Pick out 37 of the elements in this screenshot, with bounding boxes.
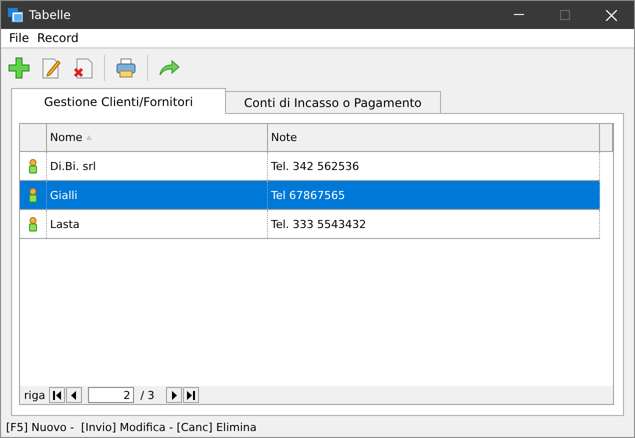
table-cell: Gialli bbox=[47, 181, 268, 209]
app-icon bbox=[7, 7, 23, 23]
table-cell: Tel. 333 5543432 bbox=[268, 210, 600, 238]
last-button[interactable] bbox=[182, 387, 199, 403]
plus-icon bbox=[8, 57, 30, 79]
row-field[interactable]: 2 bbox=[88, 387, 134, 403]
column-header[interactable]: Nome bbox=[47, 124, 268, 151]
person-icon bbox=[28, 158, 38, 174]
next-icon bbox=[170, 390, 178, 400]
previous-button[interactable] bbox=[66, 387, 82, 403]
tab[interactable]: Gestione Clienti/Fornitori bbox=[11, 88, 226, 114]
last-icon bbox=[186, 390, 195, 400]
menu-item[interactable]: File bbox=[1, 31, 34, 45]
first-icon bbox=[53, 390, 62, 400]
table-cell: Tel. 342 562536 bbox=[268, 152, 600, 180]
person-icon bbox=[28, 188, 38, 202]
menu-item[interactable]: Record bbox=[33, 31, 83, 45]
document-delete-icon bbox=[72, 57, 94, 79]
window-title: Tabelle bbox=[29, 8, 72, 22]
close-icon bbox=[606, 10, 616, 20]
maximize-icon bbox=[560, 10, 570, 20]
pencil-icon bbox=[40, 57, 62, 79]
printer-icon bbox=[115, 57, 137, 79]
status-text: [F5] Nuovo - [Invio] Modifica - [Canc] Elimina bbox=[5, 420, 258, 436]
table-row[interactable]: Lasta Tel. 333 5543432 bbox=[20, 210, 600, 239]
first-button[interactable] bbox=[49, 387, 66, 403]
previous-icon bbox=[70, 390, 78, 400]
table-cell: Tel 67867565 bbox=[268, 181, 600, 209]
pager-label: riga bbox=[24, 388, 46, 402]
person-icon bbox=[28, 216, 38, 232]
column-header[interactable]: Note bbox=[268, 124, 600, 151]
next-button[interactable] bbox=[166, 387, 182, 403]
table-cell: Di.Bi. srl bbox=[47, 152, 268, 180]
table-cell: Lasta bbox=[47, 210, 268, 238]
row-total: / 3 bbox=[140, 388, 155, 402]
tab[interactable]: Conti di Incasso o Pagamento bbox=[225, 91, 441, 113]
table-row[interactable]: Gialli Tel 67867565 bbox=[20, 181, 600, 210]
